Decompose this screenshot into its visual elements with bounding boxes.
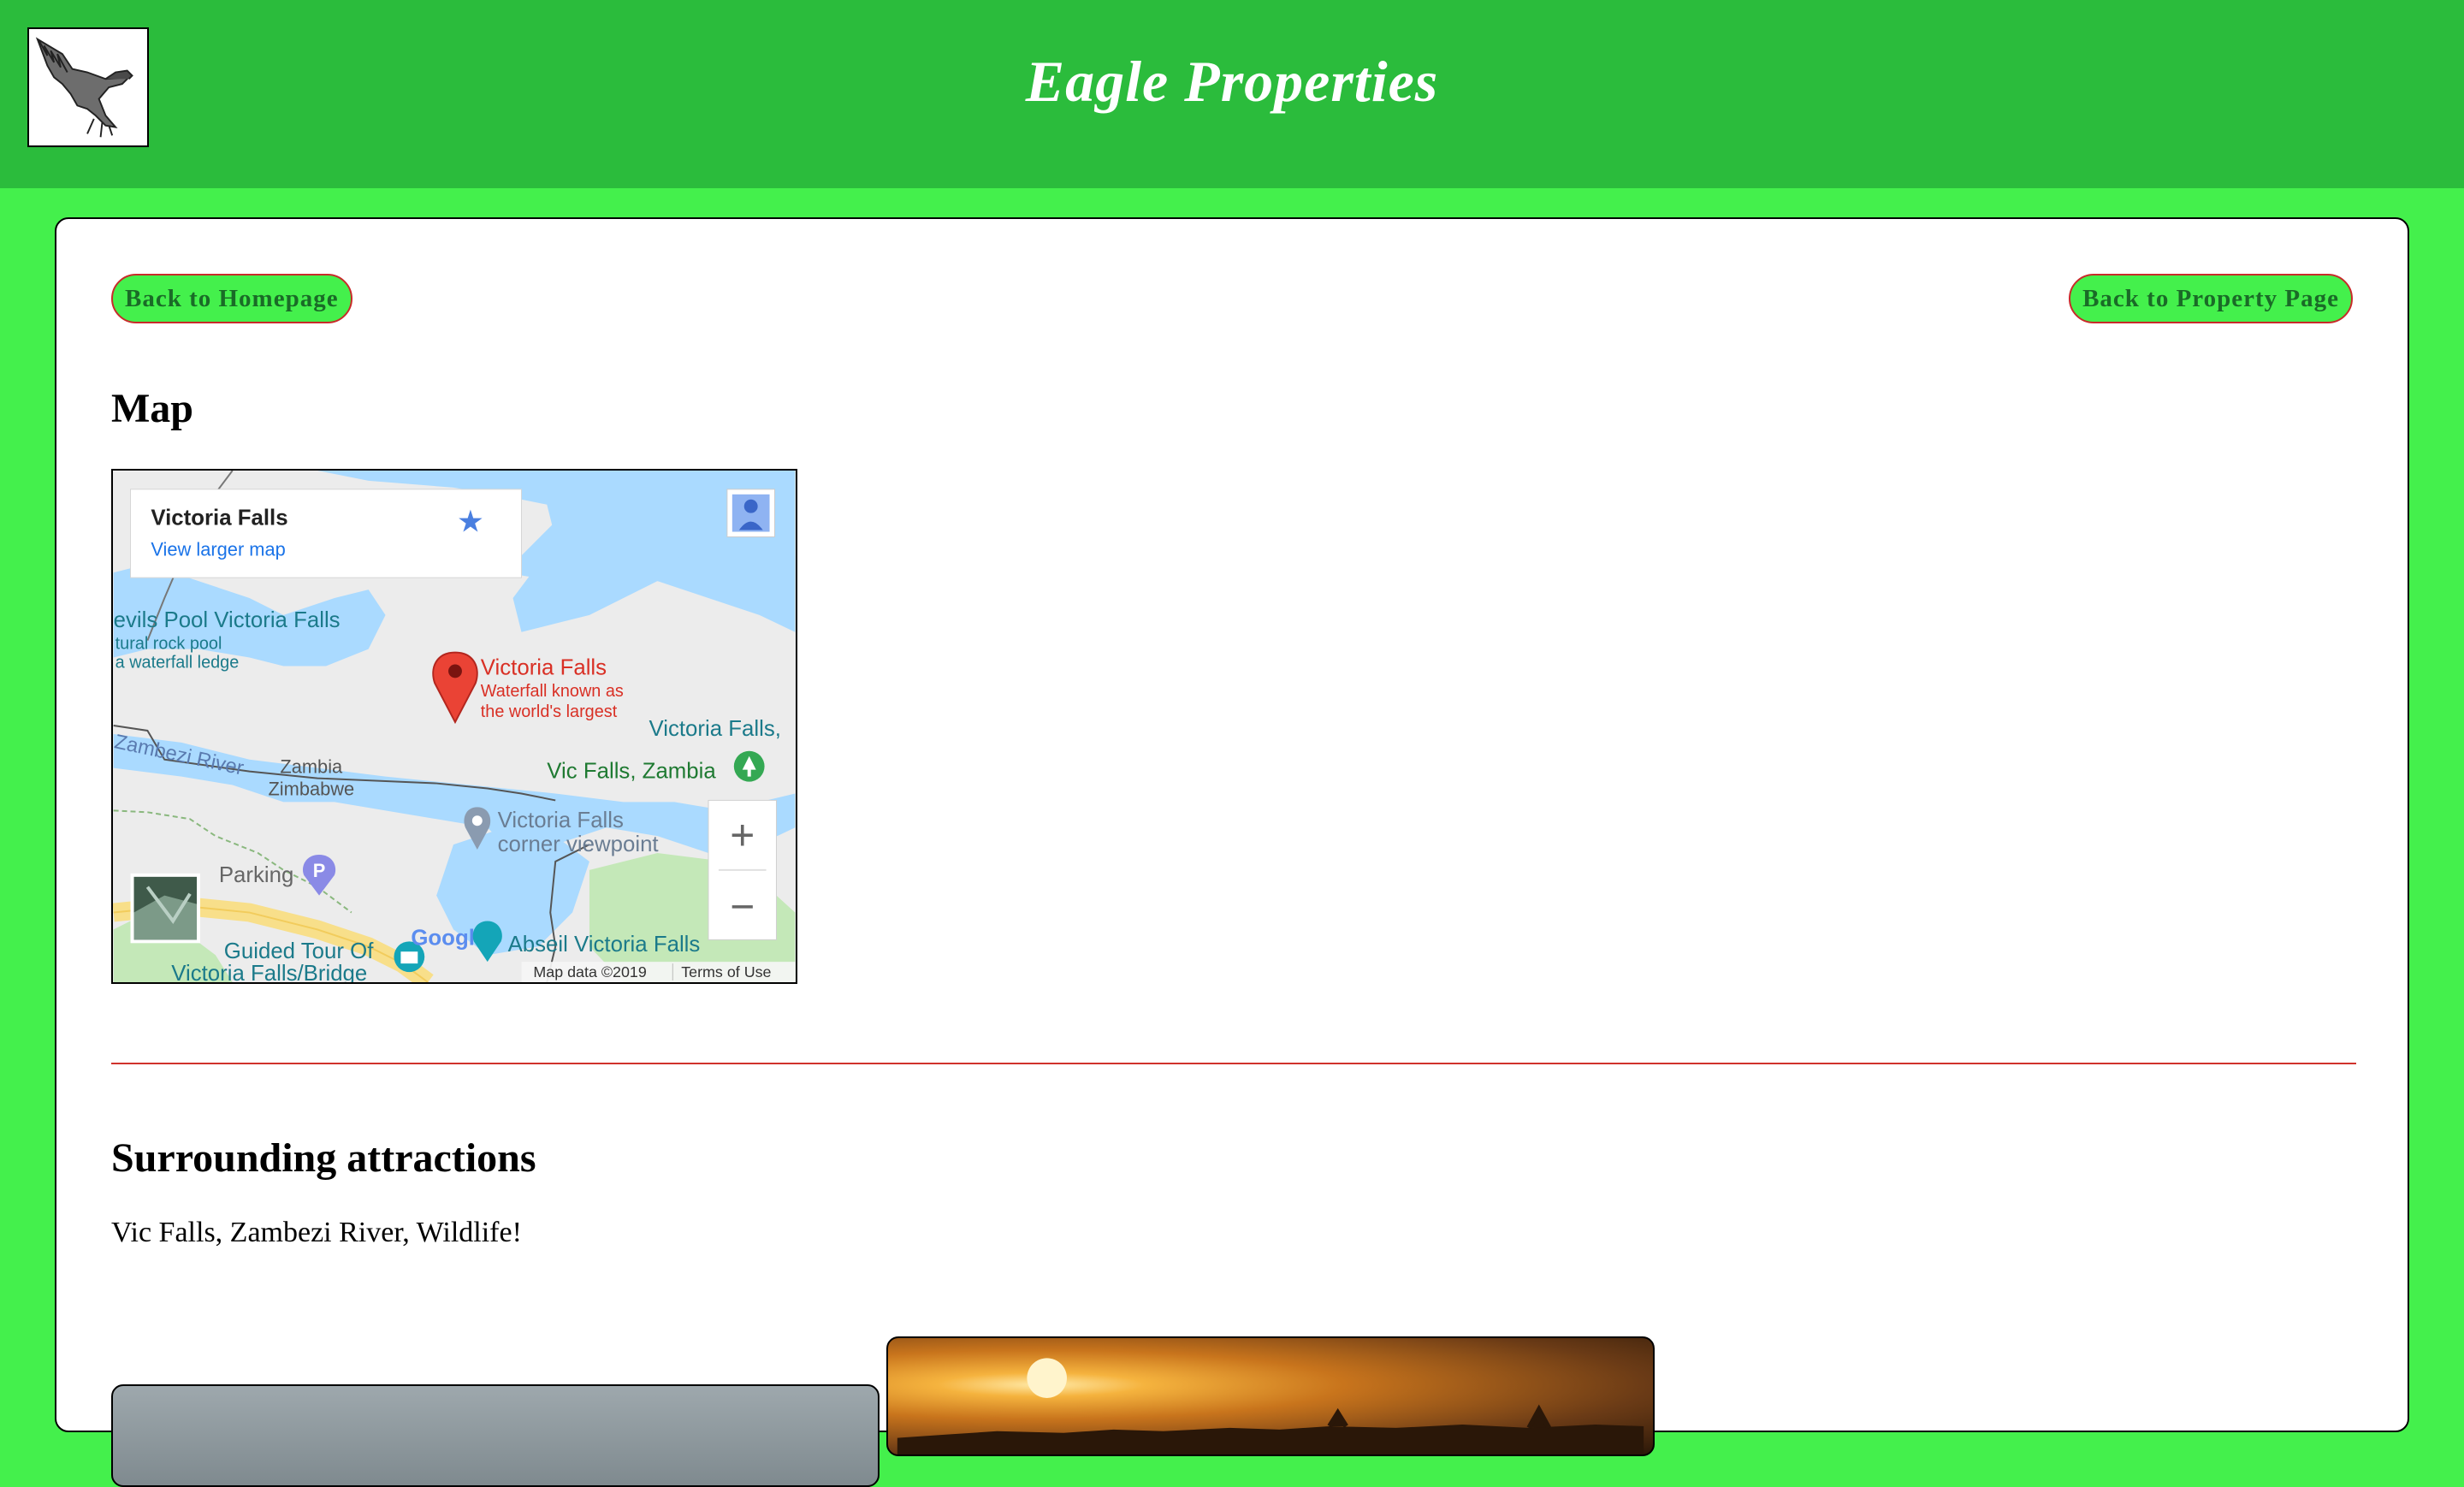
site-title: Eagle Properties xyxy=(1025,49,1439,114)
zoom-out-button[interactable]: − xyxy=(730,882,755,930)
view-larger-map-link[interactable]: View larger map xyxy=(151,538,285,560)
map-label-guided-tour: Guided Tour Of xyxy=(224,939,374,963)
content-card: Back to Homepage Back to Property Page M… xyxy=(55,217,2409,1487)
attractions-heading: Surrounding attractions xyxy=(111,1135,536,1181)
svg-text:P: P xyxy=(313,860,326,881)
terms-of-use-link[interactable]: Terms of Use xyxy=(681,963,771,980)
park-icon xyxy=(733,750,765,782)
marker-subtitle-2: the world's largest xyxy=(481,702,618,721)
attraction-photo-sunset xyxy=(886,1336,1655,1456)
marker-subtitle-1: Waterfall known as xyxy=(481,682,624,701)
map-heading: Map xyxy=(111,386,193,431)
map-label-abseil: Abseil Victoria Falls xyxy=(508,933,701,957)
map-label-zambia: Zambia xyxy=(280,756,343,778)
marker-title: Victoria Falls xyxy=(481,655,607,679)
attraction-photo-1 xyxy=(111,1384,880,1487)
zoom-in-button[interactable]: + xyxy=(730,811,755,859)
embedded-map[interactable]: Victoria Falls View larger map ★ evils P… xyxy=(111,469,797,984)
map-label-corner-viewpoint-2: corner viewpoint xyxy=(498,832,659,856)
map-label-parking: Parking xyxy=(219,863,294,887)
satellite-toggle[interactable] xyxy=(130,873,200,944)
map-label-rock-pool: tural rock pool xyxy=(116,635,222,654)
map-label-rock-pool-ledge: a waterfall ledge xyxy=(116,653,240,672)
map-label-vic-falls-zambia: Vic Falls, Zambia xyxy=(547,760,716,784)
back-to-homepage-button[interactable]: Back to Homepage xyxy=(111,274,352,323)
map-data-attribution: Map data ©2019 xyxy=(533,963,646,980)
site-header: Eagle Properties xyxy=(0,0,2464,188)
attractions-text: Vic Falls, Zambezi River, Wildlife! xyxy=(111,1217,522,1248)
pegman-icon[interactable] xyxy=(726,489,775,537)
map-label-devils-pool: evils Pool Victoria Falls xyxy=(114,608,341,632)
section-divider xyxy=(111,1063,2356,1064)
save-star-icon[interactable]: ★ xyxy=(457,505,484,539)
place-card-title: Victoria Falls xyxy=(151,507,287,530)
back-to-property-page-button[interactable]: Back to Property Page xyxy=(2069,274,2353,323)
map-label-victoria-falls-right: Victoria Falls, xyxy=(649,717,780,741)
map-label-guided-tour-2: Victoria Falls/Bridge xyxy=(171,962,367,982)
map-label-corner-viewpoint: Victoria Falls xyxy=(498,809,624,832)
map-label-zimbabwe: Zimbabwe xyxy=(268,778,354,799)
